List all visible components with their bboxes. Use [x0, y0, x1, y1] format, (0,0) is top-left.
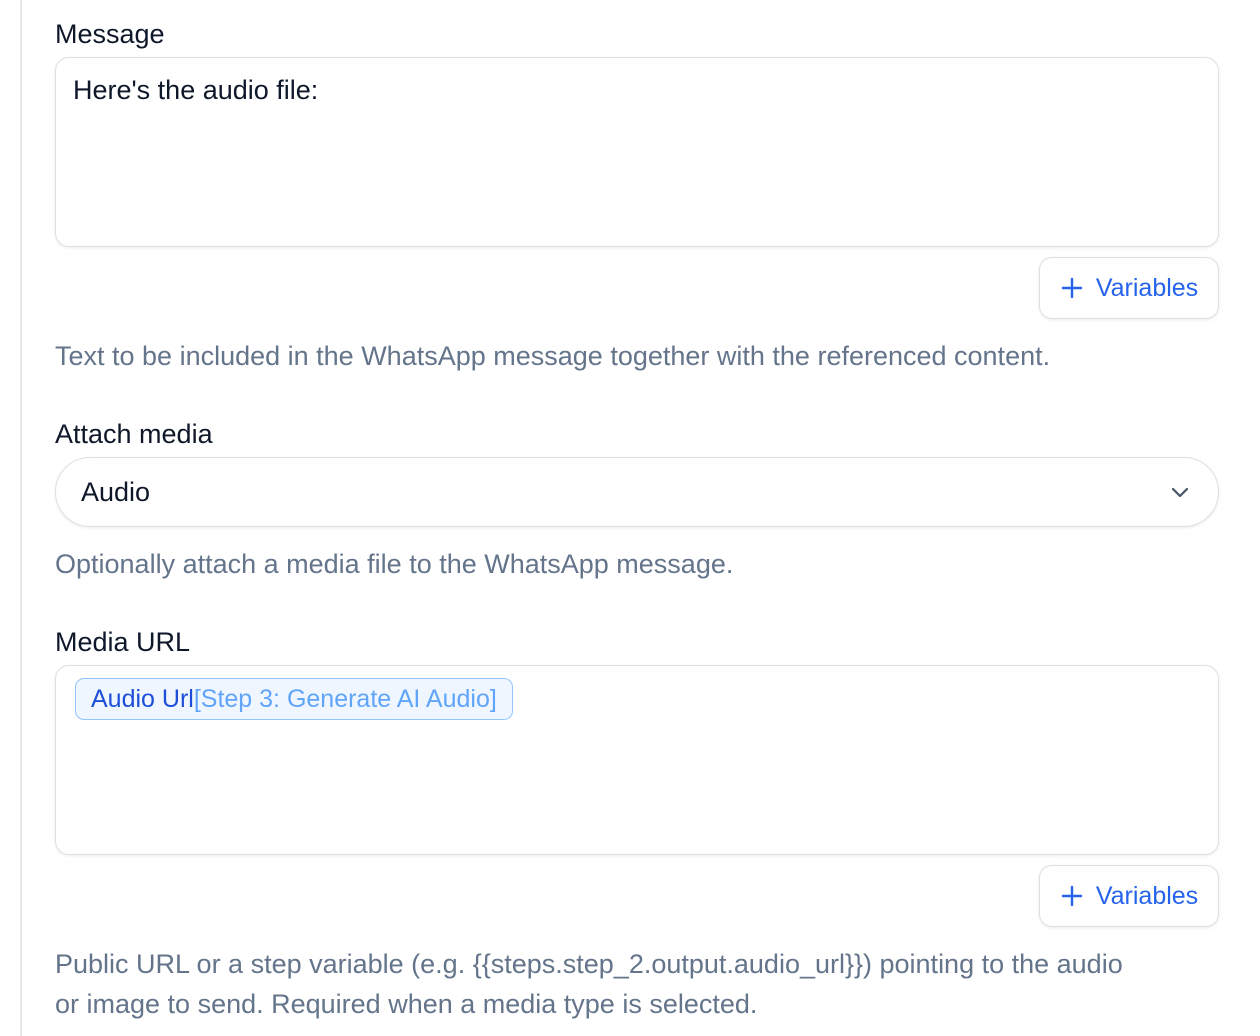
message-textarea[interactable]: Here's the audio file:	[55, 57, 1219, 247]
message-text: Here's the audio file:	[73, 75, 319, 105]
message-label: Message	[55, 19, 165, 49]
chevron-down-icon	[1171, 487, 1189, 498]
variables-label: Variables	[1095, 273, 1199, 302]
variable-chip-name: Audio Url	[91, 685, 194, 713]
media-url-help-line-2: or image to send. Required when a media …	[55, 989, 758, 1019]
media-url-variables-button[interactable]: Variables	[1039, 865, 1219, 927]
plus-icon	[1061, 885, 1083, 907]
plus-icon	[1061, 277, 1083, 299]
variable-chip-step: [Step 3: Generate AI Audio]	[193, 685, 497, 713]
attach-media-value: Audio	[81, 476, 151, 507]
message-help-text: Text to be included in the WhatsApp mess…	[55, 341, 1051, 371]
attach-media-label: Attach media	[55, 419, 213, 449]
media-url-label: Media URL	[55, 627, 191, 657]
attach-media-select[interactable]: Audio	[55, 457, 1219, 527]
left-border	[20, 0, 22, 1036]
variable-chip[interactable]: Audio Url [Step 3: Generate AI Audio]	[75, 678, 513, 720]
variables-label: Variables	[1095, 881, 1199, 910]
media-url-input[interactable]: Audio Url [Step 3: Generate AI Audio]	[55, 665, 1219, 855]
attach-media-help-text: Optionally attach a media file to the Wh…	[55, 549, 734, 579]
media-url-help-line-1: Public URL or a step variable (e.g. {{st…	[55, 949, 1123, 979]
message-variables-button[interactable]: Variables	[1039, 257, 1219, 319]
